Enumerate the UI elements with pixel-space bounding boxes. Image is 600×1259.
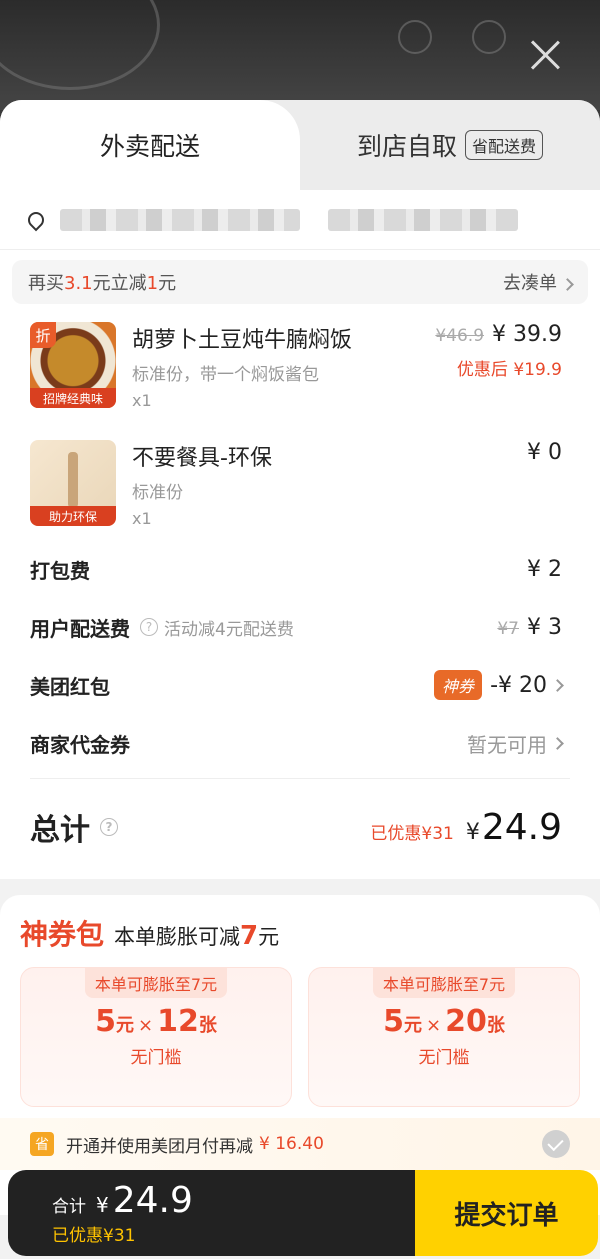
no-cutlery-image: 助力环保 bbox=[30, 440, 116, 526]
chevron-right-icon bbox=[561, 278, 574, 291]
discount-badge: 折 bbox=[30, 322, 56, 348]
merchant-voucher-row[interactable]: 商家代金券 暂无可用 bbox=[0, 714, 600, 772]
coupon-badge: 神券 bbox=[434, 670, 483, 700]
promo-text: 再买3.1元立减1元 bbox=[28, 273, 177, 294]
total-row: 总计? 已优惠¥31 ¥ 24.9 bbox=[30, 806, 562, 849]
chevron-right-icon bbox=[551, 736, 564, 750]
order-sheet: 外卖配送 到店自取 省配送费 再买3.1元立减1元 去凑单 折 招牌经典味 胡萝… bbox=[0, 100, 600, 1259]
eco-tag: 助力环保 bbox=[30, 506, 116, 526]
address-row[interactable] bbox=[0, 190, 600, 250]
current-price: ¥ 0 bbox=[527, 440, 562, 465]
coupon-card[interactable]: 本单可膨胀至7元 5元 × 12张 无门槛 bbox=[20, 967, 292, 1107]
package-desc: 本单膨胀可减7元 bbox=[114, 921, 280, 951]
packing-fee-row: 打包费 ¥ 2 bbox=[30, 556, 562, 583]
order-card: 再买3.1元立减1元 去凑单 折 招牌经典味 胡萝卜土豆炖牛腩焖饭 标准份，带一… bbox=[0, 190, 600, 879]
item-name: 不要餐具-环保 bbox=[132, 446, 272, 471]
background-header bbox=[0, 0, 600, 110]
checkbox-check-icon[interactable] bbox=[542, 1130, 570, 1158]
tab-delivery[interactable]: 外卖配送 bbox=[0, 100, 300, 190]
after-discount-price: 优惠后 ¥19.9 bbox=[456, 360, 562, 380]
checkout-total: 24.9 bbox=[112, 1180, 193, 1221]
promo-bar[interactable]: 再买3.1元立减1元 去凑单 bbox=[12, 260, 588, 304]
red-packet-row[interactable]: 美团红包 神券 -¥ 20 bbox=[0, 656, 600, 714]
item-spec: 标准份 bbox=[132, 483, 183, 503]
store-logo-watermark bbox=[0, 0, 160, 90]
monthly-pay-bar[interactable]: 省 开通并使用美团月付再减 ¥ 16.40 bbox=[0, 1118, 600, 1170]
contact-blurred bbox=[328, 208, 518, 231]
current-price: ¥ 39.9 bbox=[492, 322, 562, 347]
checkout-saved: 已优惠¥31 bbox=[52, 1226, 136, 1246]
promo-action[interactable]: 去凑单 bbox=[503, 269, 574, 295]
address-blurred bbox=[60, 208, 300, 231]
location-pin-icon bbox=[24, 208, 48, 231]
chevron-right-icon bbox=[551, 678, 564, 692]
help-icon[interactable]: ? bbox=[140, 618, 158, 636]
item-qty: x1 bbox=[132, 509, 152, 528]
item-qty: x1 bbox=[132, 391, 152, 410]
chat-icon bbox=[398, 20, 432, 54]
close-icon[interactable] bbox=[528, 38, 562, 72]
help-icon[interactable]: ? bbox=[100, 818, 118, 836]
total-amount: 24.9 bbox=[481, 806, 562, 848]
list-item: 助力环保 不要餐具-环保 标准份 x1 ¥ 0 bbox=[0, 422, 600, 540]
delivery-fee-row: 用户配送费 ? 活动减4元配送费 ¥7 ¥ 3 bbox=[30, 614, 562, 641]
submit-order-button[interactable]: 提交订单 bbox=[415, 1170, 598, 1256]
item-price: ¥ 0 bbox=[527, 440, 562, 465]
coupon-card[interactable]: 本单可膨胀至7元 5元 × 20张 无门槛 bbox=[308, 967, 580, 1107]
cutlery-icon bbox=[68, 452, 78, 508]
checkout-bar: 合计 ¥ 24.9 已优惠¥31 提交订单 bbox=[8, 1170, 598, 1256]
list-item: 折 招牌经典味 胡萝卜土豆炖牛腩焖饭 标准份，带一个焖饭酱包 x1 ¥46.9 ¥… bbox=[0, 304, 600, 422]
delivery-tabs: 外卖配送 到店自取 省配送费 bbox=[0, 100, 600, 190]
food-image: 折 招牌经典味 bbox=[30, 322, 116, 408]
item-price: ¥46.9 ¥ 39.9 优惠后 ¥19.9 bbox=[435, 322, 562, 380]
food-tag: 招牌经典味 bbox=[30, 388, 116, 408]
share-icon bbox=[472, 20, 506, 54]
original-price: ¥46.9 bbox=[435, 326, 485, 346]
pickup-badge: 省配送费 bbox=[465, 130, 544, 160]
save-icon: 省 bbox=[30, 1132, 54, 1156]
saved-amount: 已优惠¥31 bbox=[370, 823, 454, 844]
package-title: 神券包 bbox=[20, 918, 105, 951]
tab-pickup[interactable]: 到店自取 省配送费 bbox=[300, 100, 600, 190]
